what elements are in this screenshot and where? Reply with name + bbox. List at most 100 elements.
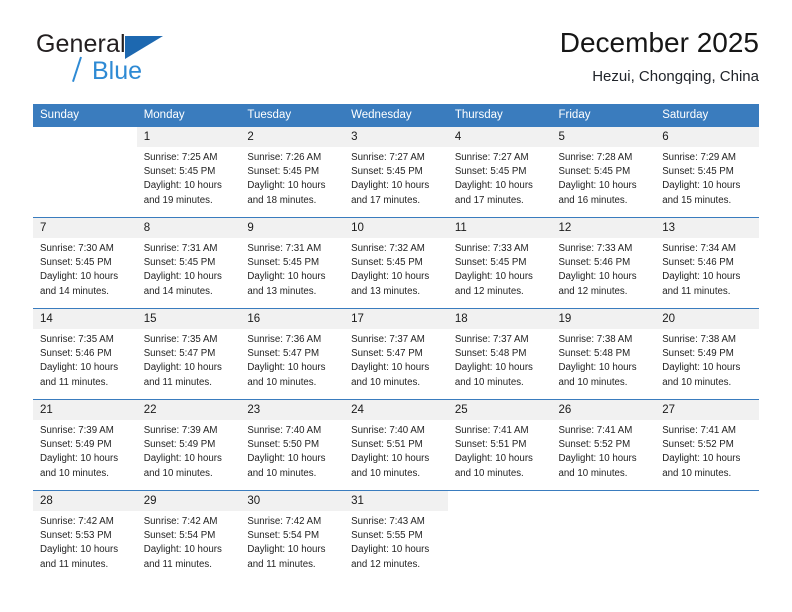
day-cell[interactable]: 30 Sunrise: 7:42 AM Sunset: 5:54 PM Dayl… bbox=[240, 490, 345, 581]
day-number: 30 bbox=[240, 491, 345, 511]
day-details: Sunrise: 7:31 AM Sunset: 5:45 PM Dayligh… bbox=[240, 238, 344, 299]
day-number bbox=[551, 491, 656, 511]
general-blue-logo[interactable]: General Blue bbox=[33, 26, 263, 86]
day-cell[interactable] bbox=[33, 126, 137, 218]
day-cell[interactable]: 7 Sunrise: 7:30 AM Sunset: 5:45 PM Dayli… bbox=[33, 217, 137, 309]
sunrise-text: Sunrise: 7:41 AM bbox=[558, 425, 633, 436]
day-cell[interactable]: 22 Sunrise: 7:39 AM Sunset: 5:49 PM Dayl… bbox=[136, 399, 241, 491]
daylight-text-line1: Daylight: 10 hours bbox=[351, 453, 430, 465]
day-cell[interactable]: 23 Sunrise: 7:40 AM Sunset: 5:50 PM Dayl… bbox=[240, 399, 345, 491]
day-cell[interactable]: 17 Sunrise: 7:37 AM Sunset: 5:47 PM Dayl… bbox=[344, 308, 448, 400]
daylight-text-line2: and 10 minutes. bbox=[558, 467, 628, 479]
sunset-text: Sunset: 5:45 PM bbox=[143, 257, 216, 269]
weekday-header-wednesday: Wednesday bbox=[344, 104, 448, 127]
daylight-text-line2: and 14 minutes. bbox=[143, 285, 213, 297]
sunrise-text: Sunrise: 7:27 AM bbox=[351, 152, 425, 163]
sunset-text: Sunset: 5:47 PM bbox=[351, 348, 423, 360]
daylight-text-line2: and 10 minutes. bbox=[558, 376, 628, 388]
day-number: 11 bbox=[447, 218, 552, 238]
daylight-text-line2: and 11 minutes. bbox=[40, 376, 109, 388]
sunset-text: Sunset: 5:47 PM bbox=[247, 348, 320, 360]
daylight-text-line2: and 10 minutes. bbox=[454, 467, 524, 479]
day-cell[interactable]: 9 Sunrise: 7:31 AM Sunset: 5:45 PM Dayli… bbox=[240, 217, 345, 309]
daylight-text-line1: Daylight: 10 hours bbox=[351, 271, 430, 283]
sunset-text: Sunset: 5:45 PM bbox=[558, 166, 631, 178]
daylight-text-line2: and 10 minutes. bbox=[662, 376, 732, 388]
sunrise-text: Sunrise: 7:40 AM bbox=[247, 425, 322, 436]
day-cell[interactable]: 21 Sunrise: 7:39 AM Sunset: 5:49 PM Dayl… bbox=[33, 399, 137, 491]
calendar-week-row: 7 Sunrise: 7:30 AM Sunset: 5:45 PM Dayli… bbox=[33, 217, 759, 309]
day-number: 28 bbox=[33, 491, 137, 511]
day-details: Sunrise: 7:41 AM Sunset: 5:52 PM Dayligh… bbox=[655, 420, 759, 481]
daylight-text-line2: and 10 minutes. bbox=[351, 376, 421, 388]
day-details: Sunrise: 7:43 AM Sunset: 5:55 PM Dayligh… bbox=[344, 511, 448, 572]
calendar-header: Sunday Monday Tuesday Wednesday Thursday… bbox=[33, 104, 759, 127]
day-details: Sunrise: 7:36 AM Sunset: 5:47 PM Dayligh… bbox=[240, 329, 344, 390]
sunrise-text: Sunrise: 7:38 AM bbox=[558, 334, 633, 345]
day-cell[interactable]: 2 Sunrise: 7:26 AM Sunset: 5:45 PM Dayli… bbox=[240, 126, 345, 218]
day-cell[interactable] bbox=[655, 490, 759, 581]
sunrise-text: Sunrise: 7:39 AM bbox=[143, 425, 218, 436]
day-number: 18 bbox=[447, 309, 552, 329]
day-cell[interactable] bbox=[551, 490, 656, 581]
day-cell[interactable]: 16 Sunrise: 7:36 AM Sunset: 5:47 PM Dayl… bbox=[240, 308, 345, 400]
calendar-week-row: 1 Sunrise: 7:25 AM Sunset: 5:45 PM Dayli… bbox=[33, 126, 759, 218]
day-number: 2 bbox=[240, 127, 345, 147]
daylight-text-line2: and 13 minutes. bbox=[351, 285, 421, 297]
day-details: Sunrise: 7:42 AM Sunset: 5:53 PM Dayligh… bbox=[33, 511, 137, 572]
day-details: Sunrise: 7:27 AM Sunset: 5:45 PM Dayligh… bbox=[448, 147, 552, 208]
day-cell[interactable]: 24 Sunrise: 7:40 AM Sunset: 5:51 PM Dayl… bbox=[344, 399, 448, 491]
daylight-text-line2: and 10 minutes. bbox=[247, 376, 317, 388]
day-cell[interactable]: 3 Sunrise: 7:27 AM Sunset: 5:45 PM Dayli… bbox=[344, 126, 448, 218]
sunrise-text: Sunrise: 7:36 AM bbox=[247, 334, 322, 345]
sunrise-text: Sunrise: 7:42 AM bbox=[143, 516, 218, 527]
day-cell[interactable]: 8 Sunrise: 7:31 AM Sunset: 5:45 PM Dayli… bbox=[136, 217, 241, 309]
sunset-text: Sunset: 5:46 PM bbox=[558, 257, 631, 269]
day-details bbox=[655, 511, 759, 515]
daylight-text-line1: Daylight: 10 hours bbox=[247, 180, 326, 192]
daylight-text-line2: and 11 minutes. bbox=[143, 558, 212, 570]
day-cell[interactable]: 11 Sunrise: 7:33 AM Sunset: 5:45 PM Dayl… bbox=[447, 217, 552, 309]
daylight-text-line1: Daylight: 10 hours bbox=[558, 180, 637, 192]
day-number: 10 bbox=[344, 218, 448, 238]
day-cell[interactable]: 19 Sunrise: 7:38 AM Sunset: 5:48 PM Dayl… bbox=[551, 308, 656, 400]
day-cell[interactable]: 15 Sunrise: 7:35 AM Sunset: 5:47 PM Dayl… bbox=[136, 308, 241, 400]
day-cell[interactable]: 12 Sunrise: 7:33 AM Sunset: 5:46 PM Dayl… bbox=[551, 217, 656, 309]
day-cell[interactable]: 6 Sunrise: 7:29 AM Sunset: 5:45 PM Dayli… bbox=[655, 126, 759, 218]
sunset-text: Sunset: 5:49 PM bbox=[143, 439, 216, 451]
sunrise-text: Sunrise: 7:42 AM bbox=[40, 516, 114, 527]
daylight-text-line1: Daylight: 10 hours bbox=[662, 180, 741, 192]
day-cell[interactable]: 10 Sunrise: 7:32 AM Sunset: 5:45 PM Dayl… bbox=[344, 217, 448, 309]
daylight-text-line1: Daylight: 10 hours bbox=[454, 180, 533, 192]
day-number bbox=[447, 491, 552, 511]
sunrise-text: Sunrise: 7:33 AM bbox=[454, 243, 529, 254]
sunrise-text: Sunrise: 7:32 AM bbox=[351, 243, 425, 254]
day-cell[interactable]: 26 Sunrise: 7:41 AM Sunset: 5:52 PM Dayl… bbox=[551, 399, 656, 491]
day-cell[interactable] bbox=[447, 490, 552, 581]
day-cell[interactable]: 25 Sunrise: 7:41 AM Sunset: 5:51 PM Dayl… bbox=[447, 399, 552, 491]
sunrise-text: Sunrise: 7:27 AM bbox=[454, 152, 529, 163]
daylight-text-line1: Daylight: 10 hours bbox=[454, 362, 533, 374]
day-cell[interactable]: 28 Sunrise: 7:42 AM Sunset: 5:53 PM Dayl… bbox=[33, 490, 137, 581]
day-cell[interactable]: 5 Sunrise: 7:28 AM Sunset: 5:45 PM Dayli… bbox=[551, 126, 656, 218]
day-cell[interactable]: 29 Sunrise: 7:42 AM Sunset: 5:54 PM Dayl… bbox=[136, 490, 241, 581]
sunrise-text: Sunrise: 7:40 AM bbox=[351, 425, 425, 436]
daylight-text-line2: and 11 minutes. bbox=[40, 558, 109, 570]
day-cell[interactable]: 18 Sunrise: 7:37 AM Sunset: 5:48 PM Dayl… bbox=[447, 308, 552, 400]
daylight-text-line2: and 11 minutes. bbox=[247, 558, 316, 570]
sunrise-text: Sunrise: 7:30 AM bbox=[40, 243, 114, 254]
day-cell[interactable]: 14 Sunrise: 7:35 AM Sunset: 5:46 PM Dayl… bbox=[33, 308, 137, 400]
daylight-text-line1: Daylight: 10 hours bbox=[351, 362, 430, 374]
daylight-text-line1: Daylight: 10 hours bbox=[662, 362, 741, 374]
day-cell[interactable]: 1 Sunrise: 7:25 AM Sunset: 5:45 PM Dayli… bbox=[136, 126, 241, 218]
day-cell[interactable]: 31 Sunrise: 7:43 AM Sunset: 5:55 PM Dayl… bbox=[344, 490, 448, 581]
daylight-text-line2: and 12 minutes. bbox=[351, 558, 421, 570]
daylight-text-line1: Daylight: 10 hours bbox=[454, 453, 533, 465]
day-cell[interactable]: 13 Sunrise: 7:34 AM Sunset: 5:46 PM Dayl… bbox=[655, 217, 759, 309]
day-details: Sunrise: 7:28 AM Sunset: 5:45 PM Dayligh… bbox=[552, 147, 656, 208]
day-number bbox=[33, 127, 137, 147]
day-cell[interactable]: 20 Sunrise: 7:38 AM Sunset: 5:49 PM Dayl… bbox=[655, 308, 759, 400]
day-cell[interactable]: 4 Sunrise: 7:27 AM Sunset: 5:45 PM Dayli… bbox=[447, 126, 552, 218]
logo-text-blue: Blue bbox=[92, 57, 143, 85]
day-cell[interactable]: 27 Sunrise: 7:41 AM Sunset: 5:52 PM Dayl… bbox=[655, 399, 759, 491]
